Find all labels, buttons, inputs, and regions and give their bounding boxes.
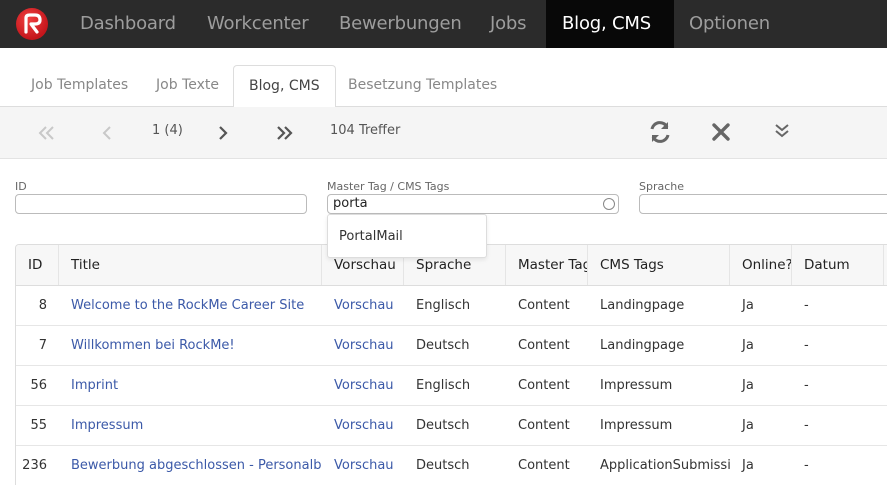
top-navbar: Dashboard Workcenter Bewerbungen Jobs Bl… bbox=[0, 0, 887, 73]
column-header-id[interactable]: ID bbox=[16, 245, 59, 285]
column-header-datum[interactable]: Datum bbox=[792, 245, 884, 285]
cell-preview-link[interactable]: Vorschau bbox=[322, 406, 404, 446]
cell-master-tag: Content bbox=[518, 458, 570, 473]
column-header-title[interactable]: Title bbox=[59, 245, 322, 285]
id-filter-label: ID bbox=[15, 180, 27, 193]
cell-cms-tags: Impressum bbox=[600, 418, 673, 433]
cell-online: Ja bbox=[742, 458, 754, 473]
cell-date: - bbox=[804, 418, 809, 433]
table-row[interactable]: 55 Impressum Vorschau Deutsch Content Im… bbox=[16, 406, 887, 446]
language-filter-label: Sprache bbox=[639, 180, 685, 193]
language-filter-input[interactable] bbox=[639, 194, 887, 214]
cell-language: Deutsch bbox=[416, 418, 470, 433]
tag-filter-label: Master Tag / CMS Tags bbox=[327, 180, 450, 193]
cell-language: Englisch bbox=[416, 298, 471, 313]
cell-cms-tags: ApplicationSubmission bbox=[600, 458, 730, 473]
tab-besetzung-templates[interactable]: Besetzung Templates bbox=[333, 65, 512, 107]
cell-id: 7 bbox=[38, 338, 47, 353]
tag-suggestion-dropdown: PortalMail bbox=[327, 214, 487, 258]
rockme-logo-icon[interactable] bbox=[16, 8, 48, 40]
cell-date: - bbox=[804, 378, 809, 393]
cell-date: - bbox=[804, 458, 809, 473]
nav-jobs[interactable]: Jobs bbox=[490, 0, 527, 48]
cell-preview-link[interactable]: Vorschau bbox=[322, 366, 404, 406]
table-row[interactable]: 7 Willkommen bei RockMe! Vorschau Deutsc… bbox=[16, 326, 887, 366]
cell-id: 55 bbox=[30, 418, 47, 433]
nav-optionen[interactable]: Optionen bbox=[689, 0, 770, 48]
nav-workcenter[interactable]: Workcenter bbox=[207, 0, 309, 48]
table-row[interactable]: 56 Imprint Vorschau Englisch Content Imp… bbox=[16, 366, 887, 406]
cell-date: - bbox=[804, 298, 809, 313]
suggestion-item-portalmail[interactable]: PortalMail bbox=[339, 229, 403, 244]
cell-title-link[interactable]: Bewerbung abgeschlossen - Personalberate… bbox=[59, 446, 322, 485]
cell-language: Deutsch bbox=[416, 458, 470, 473]
column-header-cms-tags[interactable]: CMS Tags bbox=[588, 245, 730, 285]
cell-online: Ja bbox=[742, 378, 754, 393]
tab-job-texte[interactable]: Job Texte bbox=[141, 65, 234, 107]
cell-master-tag: Content bbox=[518, 418, 570, 433]
tag-filter-input[interactable]: porta bbox=[327, 194, 619, 214]
chevron-right-icon[interactable] bbox=[217, 107, 229, 159]
cell-master-tag: Content bbox=[518, 298, 570, 313]
double-chevron-right-icon[interactable] bbox=[276, 107, 294, 159]
cell-cms-tags: Impressum bbox=[600, 378, 673, 393]
cell-online: Ja bbox=[742, 338, 754, 353]
table-row[interactable]: 236 Bewerbung abgeschlossen - Personalbe… bbox=[16, 446, 887, 485]
cell-title-link[interactable]: Imprint bbox=[59, 366, 322, 406]
pager-toolbar: 1 (4) 104 Treffer bbox=[0, 107, 887, 159]
tab-job-templates[interactable]: Job Templates bbox=[16, 65, 143, 107]
cell-id: 8 bbox=[38, 298, 47, 313]
cell-cms-tags: Landingpage bbox=[600, 298, 685, 313]
nav-blog-cms[interactable]: Blog, CMS bbox=[546, 0, 674, 73]
tag-filter-value: porta bbox=[333, 196, 368, 211]
hits-count: 104 Treffer bbox=[330, 123, 401, 138]
id-filter-input[interactable] bbox=[15, 194, 307, 214]
cell-id: 236 bbox=[22, 458, 47, 473]
cell-date: - bbox=[804, 338, 809, 353]
cell-language: Deutsch bbox=[416, 338, 470, 353]
column-header-master-tag[interactable]: Master Tag bbox=[506, 245, 588, 285]
cell-cms-tags: Landingpage bbox=[600, 338, 685, 353]
column-header-online[interactable]: Online? bbox=[730, 245, 792, 285]
cell-master-tag: Content bbox=[518, 378, 570, 393]
double-chevron-down-icon[interactable] bbox=[769, 119, 795, 145]
chevron-left-icon[interactable] bbox=[101, 107, 113, 159]
cell-id: 56 bbox=[30, 378, 47, 393]
double-chevron-left-icon[interactable] bbox=[37, 107, 55, 159]
cell-online: Ja bbox=[742, 298, 754, 313]
nav-bewerbungen[interactable]: Bewerbungen bbox=[339, 0, 462, 48]
refresh-icon[interactable] bbox=[647, 119, 673, 145]
tab-blog-cms[interactable]: Blog, CMS bbox=[233, 65, 336, 108]
cell-master-tag: Content bbox=[518, 338, 570, 353]
cell-title-link[interactable]: Impressum bbox=[59, 406, 322, 446]
page-info: 1 (4) bbox=[152, 123, 183, 138]
close-icon[interactable] bbox=[708, 119, 734, 145]
nav-blog-cms-label: Blog, CMS bbox=[562, 13, 651, 34]
sub-tabs: Job Templates Job Texte Blog, CMS Besetz… bbox=[0, 48, 887, 108]
loading-circle-icon bbox=[603, 198, 615, 210]
table-row[interactable]: 8 Welcome to the RockMe Career Site Vors… bbox=[16, 286, 887, 326]
cell-language: Englisch bbox=[416, 378, 471, 393]
cell-preview-link[interactable]: Vorschau bbox=[322, 446, 404, 485]
cms-table: ID Title Vorschau Sprache Master Tag CMS… bbox=[15, 244, 887, 485]
cell-title-link[interactable]: Welcome to the RockMe Career Site bbox=[59, 286, 322, 326]
cell-preview-link[interactable]: Vorschau bbox=[322, 286, 404, 326]
cell-online: Ja bbox=[742, 418, 754, 433]
nav-dashboard[interactable]: Dashboard bbox=[80, 0, 176, 48]
cell-title-link[interactable]: Willkommen bei RockMe! bbox=[59, 326, 322, 366]
cell-preview-link[interactable]: Vorschau bbox=[322, 326, 404, 366]
